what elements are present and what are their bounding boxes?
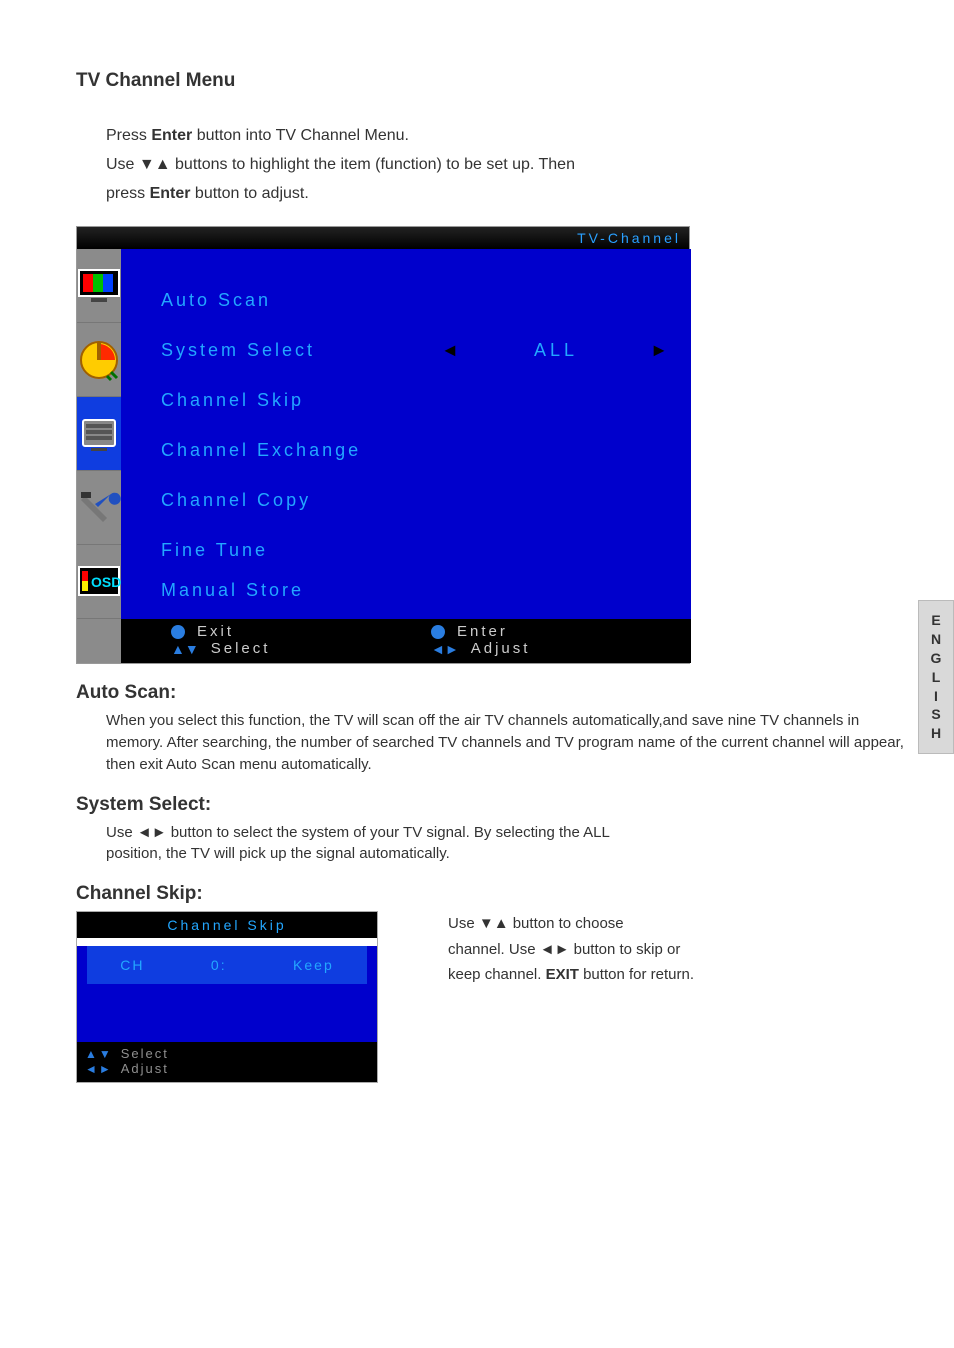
osd-footer: Exit Enter ▲▼ Select ◄► Adjust xyxy=(121,619,691,663)
auto-scan-paragraph: When you select this function, the TV wi… xyxy=(106,710,904,775)
text: channel. Use xyxy=(448,941,540,958)
leftright-icon: ◄► xyxy=(137,824,167,841)
intro-block: Press Enter button into TV Channel Menu.… xyxy=(106,122,904,208)
intro-text: button to adjust. xyxy=(190,185,308,202)
tab-channel[interactable] xyxy=(77,397,121,471)
osd-tabs: OSD xyxy=(77,249,121,663)
menu-item-label: Fine Tune xyxy=(161,540,268,560)
down-up-icon: ▼▲ xyxy=(479,915,509,932)
menu-item-label: Auto Scan xyxy=(161,290,271,310)
tools-icon xyxy=(77,486,121,530)
right-arrow-icon[interactable]: ► xyxy=(650,325,671,375)
menu-item-label: Manual Store xyxy=(161,580,304,600)
channel-icon xyxy=(77,412,121,456)
lang-letter: H xyxy=(919,724,953,743)
tab-osd[interactable]: OSD xyxy=(77,545,121,619)
updown-icon: ▲▼ xyxy=(171,641,199,657)
language-tab[interactable]: E N G L I S H xyxy=(918,600,954,754)
osd-titlebar: TV-Channel xyxy=(77,227,689,249)
text: button to skip or xyxy=(569,941,680,958)
menu-item-label: Channel Skip xyxy=(161,390,304,410)
footer-enter-label: Enter xyxy=(457,623,508,640)
menu-item-channel-copy[interactable]: Channel Copy xyxy=(161,475,691,525)
cs-osd-title: Channel Skip xyxy=(77,912,377,938)
down-up-icon: ▼▲ xyxy=(139,151,171,180)
cs-footer: ▲▼ Select ◄► Adjust xyxy=(77,1042,377,1082)
menu-item-fine-tune[interactable]: Fine Tune xyxy=(161,525,691,575)
lang-letter: S xyxy=(919,705,953,724)
leftright-icon: ◄► xyxy=(431,641,459,657)
exit-label: EXIT xyxy=(546,966,579,983)
leftright-icon: ◄► xyxy=(540,941,570,958)
text: Use xyxy=(448,915,479,932)
dot-icon xyxy=(171,625,185,639)
cs-ch-label: CH xyxy=(120,957,144,973)
tab-tools[interactable] xyxy=(77,471,121,545)
intro-text: Press xyxy=(106,127,151,144)
channel-skip-osd: Channel Skip CH 0: Keep ▲▼ Select ◄► Adjus… xyxy=(76,911,378,1083)
text: keep channel. xyxy=(448,966,546,983)
intro-text: button into TV Channel Menu. xyxy=(192,127,409,144)
text: Use xyxy=(106,824,137,841)
heading-auto-scan: Auto Scan: xyxy=(76,682,904,704)
text: position, the TV will pick up the signal… xyxy=(106,845,450,862)
lang-letter: E xyxy=(919,611,953,630)
menu-item-channel-exchange[interactable]: Channel Exchange xyxy=(161,425,691,475)
intro-text: press xyxy=(106,185,150,202)
osd-window: TV-Channel xyxy=(76,226,690,664)
menu-item-label: Channel Exchange xyxy=(161,440,361,460)
lang-letter: N xyxy=(919,630,953,649)
cs-foot-adjust: Adjust xyxy=(121,1061,169,1076)
updown-icon: ▲▼ xyxy=(85,1047,113,1061)
leftright-icon: ◄► xyxy=(85,1062,113,1076)
cs-ch-num: 0: xyxy=(211,957,227,973)
tab-sound[interactable] xyxy=(77,323,121,397)
cs-row[interactable]: CH 0: Keep xyxy=(87,946,367,984)
dot-icon xyxy=(431,625,445,639)
enter-label: Enter xyxy=(150,185,191,202)
menu-item-system-select[interactable]: System Select ◄ ALL ► xyxy=(161,325,691,375)
left-arrow-icon[interactable]: ◄ xyxy=(441,325,462,375)
menu-item-manual-store[interactable]: Manual Store xyxy=(161,575,691,605)
cs-foot-select: Select xyxy=(121,1046,169,1061)
svg-text:OSD: OSD xyxy=(91,574,121,590)
menu-item-label: Channel Copy xyxy=(161,490,311,510)
intro-text: buttons to highlight the item (function)… xyxy=(171,156,575,173)
system-select-paragraph: Use ◄► button to select the system of yo… xyxy=(106,822,904,866)
menu-item-channel-skip[interactable]: Channel Skip xyxy=(161,375,691,425)
lang-letter: G xyxy=(919,649,953,668)
enter-label: Enter xyxy=(151,127,192,144)
text: button for return. xyxy=(579,966,694,983)
tv-icon xyxy=(77,268,121,304)
footer-exit-label: Exit xyxy=(197,623,234,640)
menu-item-auto-scan[interactable]: Auto Scan xyxy=(161,275,691,325)
heading-channel-skip: Channel Skip: xyxy=(76,883,904,905)
channel-skip-paragraph: Use ▼▲ button to choose channel. Use ◄► … xyxy=(448,911,694,988)
sound-icon xyxy=(77,338,121,382)
heading-system-select: System Select: xyxy=(76,794,904,816)
system-select-value: ALL xyxy=(534,325,578,375)
osd-icon: OSD xyxy=(77,565,121,599)
osd-main: Auto Scan System Select ◄ ALL ► Channel … xyxy=(121,249,691,663)
menu-item-label: System Select xyxy=(161,340,315,360)
tab-picture[interactable] xyxy=(77,249,121,323)
intro-text: Use xyxy=(106,156,139,173)
footer-adjust-label: Adjust xyxy=(471,640,531,657)
lang-letter: I xyxy=(919,687,953,706)
text: button to choose xyxy=(509,915,624,932)
page-title: TV Channel Menu xyxy=(76,70,904,92)
cs-ch-status: Keep xyxy=(293,957,334,973)
lang-letter: L xyxy=(919,668,953,687)
text: button to select the system of your TV s… xyxy=(167,824,610,841)
footer-select-label: Select xyxy=(211,640,271,657)
